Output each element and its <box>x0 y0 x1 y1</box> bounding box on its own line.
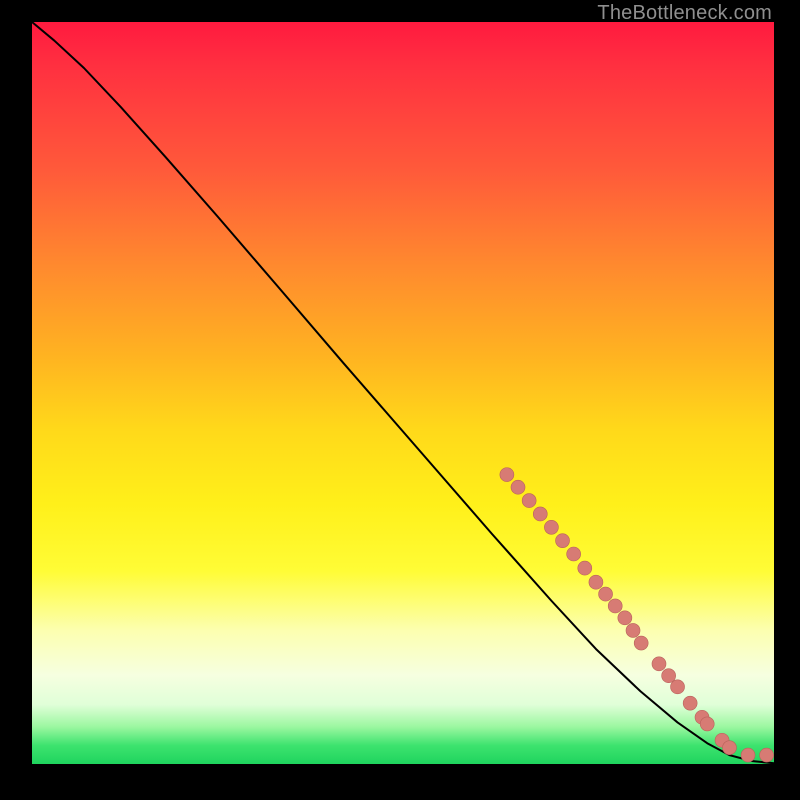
data-dot <box>578 561 592 575</box>
data-dot <box>589 575 603 589</box>
data-dot <box>662 669 676 683</box>
data-dot <box>544 520 558 534</box>
data-dot <box>608 599 622 613</box>
data-dot <box>618 611 632 625</box>
data-dot <box>634 636 648 650</box>
bottleneck-curve <box>32 22 774 763</box>
data-dot <box>722 741 736 755</box>
plot-area <box>32 22 774 764</box>
data-dot <box>522 494 536 508</box>
data-dot <box>556 534 570 548</box>
data-dot <box>741 748 755 762</box>
data-dot <box>500 468 514 482</box>
chart-stage: TheBottleneck.com <box>0 0 800 800</box>
data-dot <box>533 507 547 521</box>
data-dot <box>599 587 613 601</box>
data-dot <box>671 680 685 694</box>
data-dot <box>652 657 666 671</box>
data-dot <box>760 748 774 762</box>
data-dot <box>626 623 640 637</box>
chart-svg <box>32 22 774 764</box>
data-dot <box>700 717 714 731</box>
data-dot <box>683 696 697 710</box>
data-dot <box>567 547 581 561</box>
data-dots <box>500 468 774 762</box>
data-dot <box>511 480 525 494</box>
